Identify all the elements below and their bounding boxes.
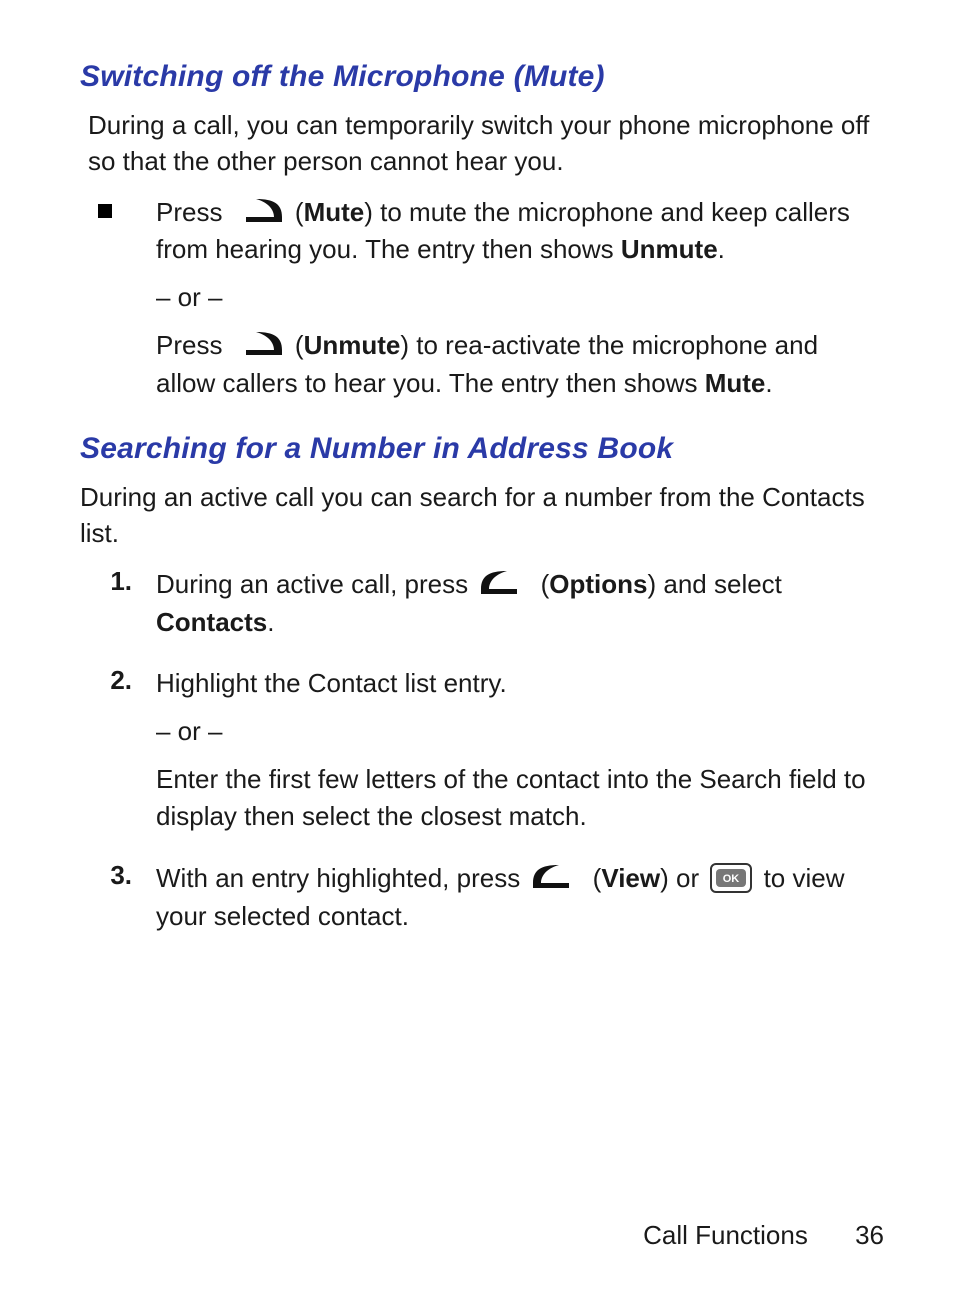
- page-footer: Call Functions 36: [643, 1220, 884, 1251]
- text-press-2: Press: [156, 330, 230, 360]
- manual-page: Switching off the Microphone (Mute) Duri…: [0, 0, 954, 1295]
- s3b-bold: View: [601, 863, 660, 893]
- step-2-body: Highlight the Contact list entry. – or –…: [156, 665, 884, 846]
- step-1-body: During an active call, press (Options) a…: [156, 566, 884, 651]
- bullet-list: Press (Mute) to mute the microphone and …: [80, 194, 884, 412]
- steps-list: 1. During an active call, press (Options…: [80, 566, 884, 946]
- bullet-item: Press (Mute) to mute the microphone and …: [80, 194, 884, 412]
- s1b-open: (: [541, 569, 550, 599]
- step-3: 3. With an entry highlighted, press (Vie…: [80, 860, 884, 945]
- step-number-1: 1.: [98, 566, 132, 597]
- step-1: 1. During an active call, press (Options…: [80, 566, 884, 651]
- step-3-body: With an entry highlighted, press (View) …: [156, 860, 884, 945]
- left-softkey-icon: [531, 863, 581, 893]
- square-bullet-icon: [98, 204, 112, 218]
- s3a: With an entry highlighted, press: [156, 863, 527, 893]
- text-open-1: (: [295, 197, 304, 227]
- right-softkey-icon: [234, 197, 284, 227]
- ok-button-icon: OK: [710, 863, 752, 893]
- text-open-2: (: [295, 330, 304, 360]
- s1a: During an active call, press: [156, 569, 475, 599]
- bullet-body: Press (Mute) to mute the microphone and …: [156, 194, 884, 412]
- text-mute-bold-2: Mute: [705, 368, 766, 398]
- s1c-bold: Contacts: [156, 607, 267, 637]
- step-number-3: 3.: [98, 860, 132, 891]
- or-line-1: – or –: [156, 279, 884, 317]
- left-softkey-icon: [479, 569, 529, 599]
- unmute-line: Press (Unmute) to rea-activate the micro…: [156, 327, 884, 402]
- step-3-text: With an entry highlighted, press (View) …: [156, 860, 884, 935]
- s1c-end: .: [267, 607, 274, 637]
- text-end-1: .: [718, 234, 725, 264]
- svg-text:OK: OK: [723, 873, 740, 885]
- heading-mute: Switching off the Microphone (Mute): [80, 60, 884, 94]
- text-press-1: Press: [156, 197, 230, 227]
- step-number-2: 2.: [98, 665, 132, 696]
- step-2-or: – or –: [156, 713, 884, 751]
- text-unmute-bold: Unmute: [621, 234, 718, 264]
- heading-search: Searching for a Number in Address Book: [80, 432, 884, 466]
- step-2a: Highlight the Contact list entry.: [156, 665, 884, 703]
- s3b-rest: ) or: [660, 863, 706, 893]
- text-unmute-bold-2: Unmute: [304, 330, 401, 360]
- step-2b: Enter the first few letters of the conta…: [156, 761, 884, 836]
- footer-page-number: 36: [855, 1220, 884, 1251]
- right-softkey-icon: [234, 330, 284, 360]
- intro-search: During an active call you can search for…: [80, 480, 884, 552]
- s1b-rest: ) and select: [648, 569, 782, 599]
- step-1-text: During an active call, press (Options) a…: [156, 566, 884, 641]
- text-mute-bold: Mute: [304, 197, 365, 227]
- intro-mute: During a call, you can temporarily switc…: [88, 108, 884, 180]
- step-2: 2. Highlight the Contact list entry. – o…: [80, 665, 884, 846]
- footer-chapter: Call Functions: [643, 1220, 808, 1250]
- s1b-bold: Options: [549, 569, 647, 599]
- text-end-2: .: [765, 368, 772, 398]
- mute-line-1: Press (Mute) to mute the microphone and …: [156, 194, 884, 269]
